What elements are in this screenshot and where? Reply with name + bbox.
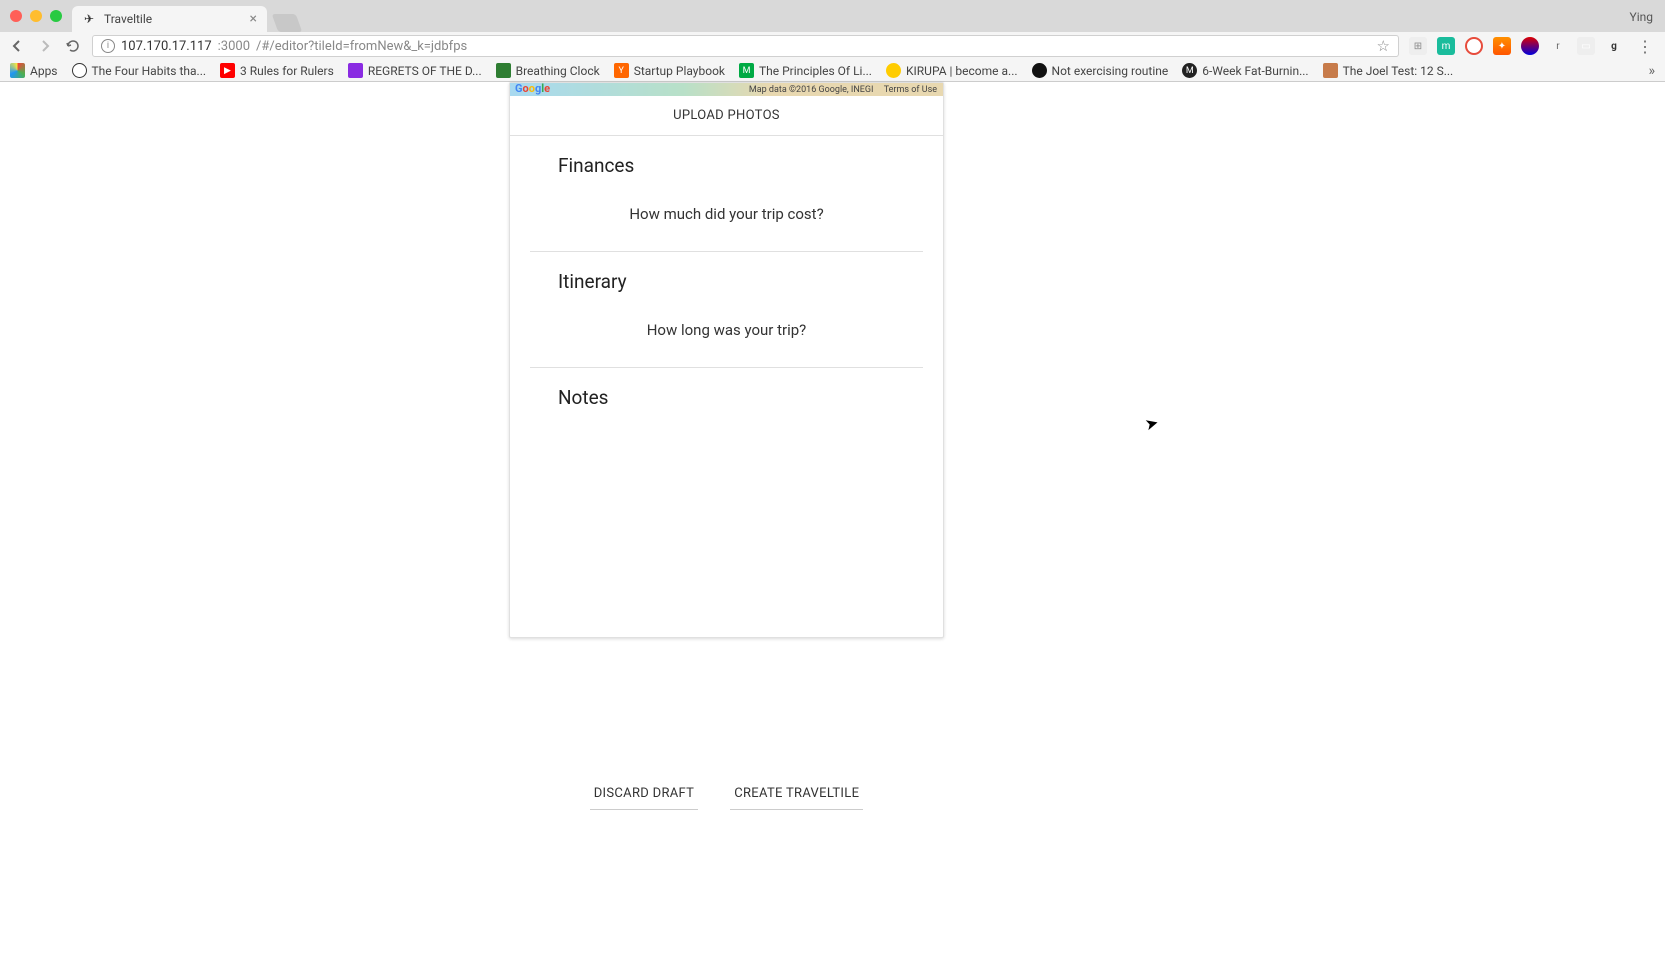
browser-menu-icon[interactable]: ⋮	[1633, 37, 1657, 56]
action-buttons: DISCARD DRAFT CREATE TRAVELTILE	[509, 744, 944, 810]
bookmark-item[interactable]: Y Startup Playbook	[614, 63, 725, 78]
url-port: :3000	[218, 39, 250, 54]
tab-close-icon[interactable]: ×	[250, 11, 257, 27]
browser-chrome: Ying ✈ Traveltile × i 107.170.17.117 :300…	[0, 0, 1665, 82]
site-info-icon[interactable]: i	[101, 39, 115, 53]
create-traveltile-button[interactable]: CREATE TRAVELTILE	[730, 778, 863, 810]
notes-section: Notes	[530, 368, 923, 637]
extension-icon[interactable]	[1521, 37, 1539, 55]
bookmark-star-icon[interactable]: ☆	[1377, 37, 1390, 55]
bookmark-label: The Four Habits tha...	[92, 64, 207, 78]
extension-icon[interactable]	[1465, 37, 1483, 55]
extension-icons: ⊞ m ✦ r ▭ g	[1409, 37, 1623, 55]
bookmark-label: 6-Week Fat-Burnin...	[1202, 64, 1308, 78]
extension-icon[interactable]: ⊞	[1409, 37, 1427, 55]
bookmark-label: Apps	[30, 64, 58, 78]
close-window-button[interactable]	[10, 10, 22, 22]
url-path: /#/editor?tileId=fromNew&_k=jdbfps	[256, 39, 467, 54]
extension-icon[interactable]: m	[1437, 37, 1455, 55]
bookmark-icon: ▶	[220, 63, 235, 78]
bookmark-icon	[1323, 63, 1338, 78]
address-bar: i 107.170.17.117 :3000 /#/editor?tileId=fr…	[0, 32, 1665, 60]
bookmark-apps[interactable]: Apps	[10, 63, 58, 78]
map-copyright: Map data ©2016 Google, INEGI	[749, 85, 874, 95]
notes-textarea[interactable]	[558, 409, 895, 609]
bookmark-item[interactable]: M The Principles Of Li...	[739, 63, 872, 78]
bookmark-icon	[348, 63, 363, 78]
bookmark-label: The Principles Of Li...	[759, 64, 872, 78]
itinerary-section: Itinerary How long was your trip?	[530, 252, 923, 368]
bookmark-item[interactable]: The Joel Test: 12 S...	[1323, 63, 1454, 78]
bookmark-label: 3 Rules for Rulers	[240, 64, 334, 78]
bookmark-icon	[72, 63, 87, 78]
tab-favicon: ✈	[82, 12, 96, 26]
extension-icon[interactable]: g	[1605, 37, 1623, 55]
bookmark-item[interactable]: The Four Habits tha...	[72, 63, 207, 78]
bookmark-icon: M	[1182, 63, 1197, 78]
bookmark-item[interactable]: M 6-Week Fat-Burnin...	[1182, 63, 1308, 78]
mouse-cursor-icon: ➤	[1143, 413, 1161, 435]
bookmark-item[interactable]: ▶ 3 Rules for Rulers	[220, 63, 334, 78]
discard-draft-button[interactable]: DISCARD DRAFT	[590, 778, 699, 810]
apps-icon	[10, 63, 25, 78]
url-input[interactable]: i 107.170.17.117 :3000 /#/editor?tileId=fr…	[92, 35, 1399, 57]
bookmark-label: REGRETS OF THE D...	[368, 64, 482, 78]
map-credits: Map data ©2016 Google, INEGI Terms of Us…	[749, 85, 937, 95]
bookmark-item[interactable]: KIRUPA | become a...	[886, 63, 1018, 78]
extension-icon[interactable]: r	[1549, 37, 1567, 55]
map-preview: Google Map data ©2016 Google, INEGI Term…	[510, 83, 943, 96]
back-button[interactable]	[8, 37, 26, 55]
bookmark-label: Startup Playbook	[634, 64, 725, 78]
bookmark-icon	[886, 63, 901, 78]
bookmark-label: KIRUPA | become a...	[906, 64, 1018, 78]
minimize-window-button[interactable]	[30, 10, 42, 22]
forward-button[interactable]	[36, 37, 54, 55]
bookmark-icon	[496, 63, 511, 78]
finances-section: Finances How much did your trip cost?	[530, 136, 923, 252]
tab-bar: ✈ Traveltile ×	[72, 6, 299, 32]
extension-icon[interactable]: ✦	[1493, 37, 1511, 55]
itinerary-heading: Itinerary	[558, 270, 895, 293]
bookmark-icon: Y	[614, 63, 629, 78]
bookmark-label: The Joel Test: 12 S...	[1343, 64, 1454, 78]
bookmark-icon: M	[739, 63, 754, 78]
url-host: 107.170.17.117	[121, 39, 212, 54]
bookmark-icon	[1032, 63, 1047, 78]
new-tab-button[interactable]	[272, 14, 303, 32]
bookmark-item[interactable]: Breathing Clock	[496, 63, 600, 78]
reload-button[interactable]	[64, 37, 82, 55]
bookmark-label: Not exercising routine	[1052, 64, 1169, 78]
map-terms-link[interactable]: Terms of Use	[884, 85, 937, 95]
bookmark-item[interactable]: Not exercising routine	[1032, 63, 1169, 78]
google-logo: Google	[515, 82, 550, 95]
upload-photos-button[interactable]: UPLOAD PHOTOS	[510, 96, 943, 136]
itinerary-prompt[interactable]: How long was your trip?	[558, 321, 895, 339]
bookmarks-bar: Apps The Four Habits tha... ▶ 3 Rules for…	[0, 60, 1665, 82]
page-content: Google Map data ©2016 Google, INEGI Term…	[0, 82, 1665, 964]
extension-icon[interactable]: ▭	[1577, 37, 1595, 55]
bookmark-item[interactable]: REGRETS OF THE D...	[348, 63, 482, 78]
maximize-window-button[interactable]	[50, 10, 62, 22]
finances-prompt[interactable]: How much did your trip cost?	[558, 205, 895, 223]
finances-heading: Finances	[558, 154, 895, 177]
bookmark-label: Breathing Clock	[516, 64, 600, 78]
profile-name[interactable]: Ying	[1630, 10, 1654, 24]
tab-traveltile[interactable]: ✈ Traveltile ×	[72, 6, 267, 32]
bookmarks-overflow-icon[interactable]: »	[1648, 63, 1655, 79]
window-controls	[10, 10, 62, 22]
editor-card: Google Map data ©2016 Google, INEGI Term…	[509, 82, 944, 638]
notes-heading: Notes	[558, 386, 895, 409]
tab-title: Traveltile	[104, 12, 152, 26]
